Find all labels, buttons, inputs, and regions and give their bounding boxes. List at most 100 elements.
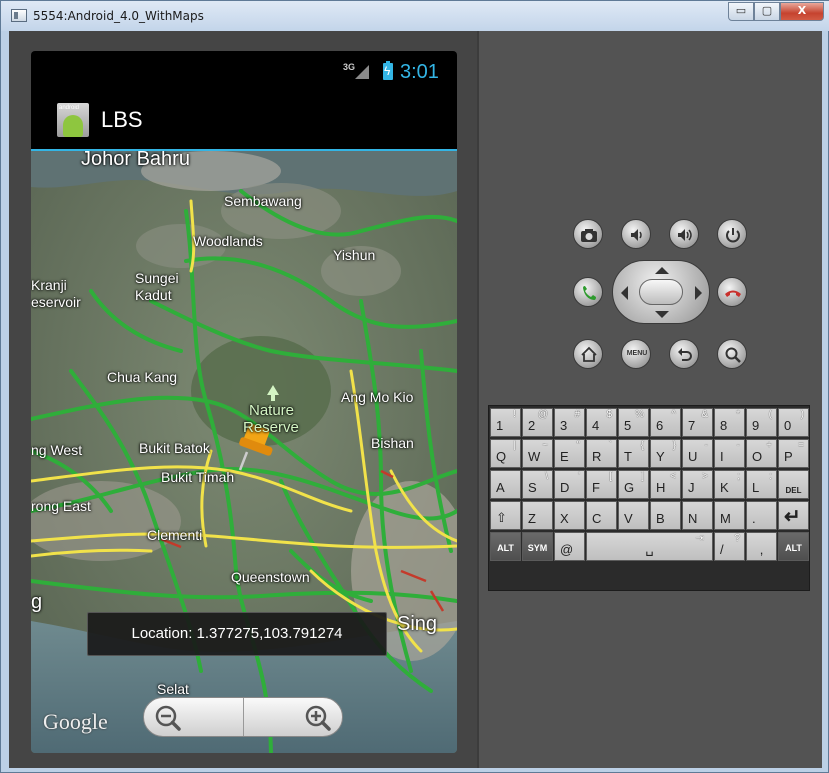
back-button[interactable]: [669, 339, 699, 369]
key-alt-label: [: [609, 471, 612, 482]
key-label: F: [592, 480, 600, 495]
key-shift[interactable]: ⇧: [490, 501, 521, 530]
key-i[interactable]: I-: [714, 439, 745, 468]
key-label: K: [720, 480, 729, 495]
key-9[interactable]: 9(: [746, 408, 777, 437]
key-z[interactable]: Z: [522, 501, 553, 530]
key-alt-label: :: [769, 471, 772, 482]
key-label: ,: [759, 542, 764, 557]
key-label: 2: [528, 418, 536, 433]
key-label: @: [560, 542, 574, 557]
key-space[interactable]: ␣ ⇥: [586, 532, 713, 561]
key-d[interactable]: D ': [554, 470, 585, 499]
dpad-center-button[interactable]: [639, 279, 683, 305]
zoom-out-button[interactable]: [144, 698, 244, 736]
key-alt-right[interactable]: ALT: [778, 532, 809, 561]
key-h[interactable]: H <: [650, 470, 681, 499]
key-comma[interactable]: ,: [746, 532, 777, 561]
map-label-singapore: Sing: [397, 613, 438, 635]
call-button[interactable]: [573, 277, 603, 307]
key-g[interactable]: G]: [618, 470, 649, 499]
key-at[interactable]: @: [554, 532, 585, 561]
device-screen: 3G ϟ 3:01 LBS: [31, 51, 457, 753]
key-5[interactable]: 5%: [618, 408, 649, 437]
key-alt-left[interactable]: ALT: [490, 532, 521, 561]
key-e[interactable]: E ": [554, 439, 585, 468]
end-call-button[interactable]: [717, 277, 747, 307]
title-bar[interactable]: 5554:Android_4.0_WithMaps ▭ ▢ X: [1, 1, 829, 31]
volume-up-button[interactable]: [669, 219, 699, 249]
key-6[interactable]: 6 ^: [650, 408, 681, 437]
key-alt-label: %: [635, 409, 644, 420]
key-b[interactable]: B: [650, 501, 681, 530]
key-period[interactable]: .: [746, 501, 777, 530]
zoom-in-button[interactable]: [244, 698, 344, 736]
key-0[interactable]: 0): [778, 408, 809, 437]
key-k[interactable]: K;: [714, 470, 745, 499]
map-label-sembawang: Sembawang: [224, 193, 302, 209]
android-app-icon[interactable]: [57, 103, 89, 137]
key-y[interactable]: Y}: [650, 439, 681, 468]
key-s[interactable]: S \: [522, 470, 553, 499]
search-button[interactable]: [717, 339, 747, 369]
key-u[interactable]: U-: [682, 439, 713, 468]
dpad-left-icon[interactable]: [621, 286, 628, 300]
key-label: 6: [656, 418, 664, 433]
key-7[interactable]: 7 &: [682, 408, 713, 437]
end-call-icon: [725, 290, 741, 297]
map-view[interactable]: Johor Bahru Sembawang Woodlands Yishun K…: [31, 149, 457, 753]
key-f[interactable]: F[: [586, 470, 617, 499]
dpad[interactable]: [612, 260, 710, 324]
key-alt-label: ;: [737, 471, 740, 482]
key-del[interactable]: DEL: [778, 470, 809, 499]
camera-icon: [581, 229, 597, 242]
key-n[interactable]: N: [682, 501, 713, 530]
minimize-button[interactable]: ▭: [728, 2, 754, 21]
maximize-button[interactable]: ▢: [754, 2, 780, 21]
key-v[interactable]: V: [618, 501, 649, 530]
key-w[interactable]: W ~: [522, 439, 553, 468]
key-o[interactable]: O +: [746, 439, 777, 468]
key-slash[interactable]: /?: [714, 532, 745, 561]
key-x[interactable]: X: [554, 501, 585, 530]
key-4[interactable]: 4 $: [586, 408, 617, 437]
map-label-choa-chu-kang: Chua Kang: [107, 369, 178, 385]
key-tab-label: ⇥: [695, 533, 704, 544]
key-l[interactable]: L:: [746, 470, 777, 499]
key-alt-label: ": [576, 440, 580, 451]
key-label: V: [624, 511, 633, 526]
menu-button[interactable]: MENU: [621, 339, 651, 369]
key-2[interactable]: 2 @: [522, 408, 553, 437]
dpad-up-icon[interactable]: [655, 267, 669, 274]
power-button[interactable]: [717, 219, 747, 249]
call-icon: [583, 286, 596, 300]
camera-button[interactable]: [573, 219, 603, 249]
action-bar: LBS: [31, 91, 457, 149]
back-icon: [678, 348, 692, 361]
key-label: M: [720, 511, 731, 526]
key-alt-label: *: [736, 409, 740, 420]
key-q[interactable]: Q |: [490, 439, 521, 468]
key-1[interactable]: 1!: [490, 408, 521, 437]
key-m[interactable]: M: [714, 501, 745, 530]
key-j[interactable]: J >: [682, 470, 713, 499]
key-8[interactable]: 8 *: [714, 408, 745, 437]
key-a[interactable]: A: [490, 470, 521, 499]
key-enter[interactable]: ↵: [778, 501, 809, 530]
key-3[interactable]: 3 #: [554, 408, 585, 437]
close-button[interactable]: X: [780, 2, 824, 21]
key-sym[interactable]: SYM: [522, 532, 553, 561]
key-alt-label: #: [574, 409, 580, 420]
dpad-right-icon[interactable]: [695, 286, 702, 300]
key-alt-label: ): [800, 409, 804, 420]
dpad-down-icon[interactable]: [655, 311, 669, 318]
key-r[interactable]: R `: [586, 439, 617, 468]
key-t[interactable]: T{: [618, 439, 649, 468]
home-button[interactable]: [573, 339, 603, 369]
map-label-jurong-west: ng West: [31, 442, 83, 458]
volume-down-button[interactable]: [621, 219, 651, 249]
key-p[interactable]: P =: [778, 439, 809, 468]
key-label: C: [592, 511, 602, 526]
key-label: J: [688, 480, 695, 495]
key-c[interactable]: C: [586, 501, 617, 530]
